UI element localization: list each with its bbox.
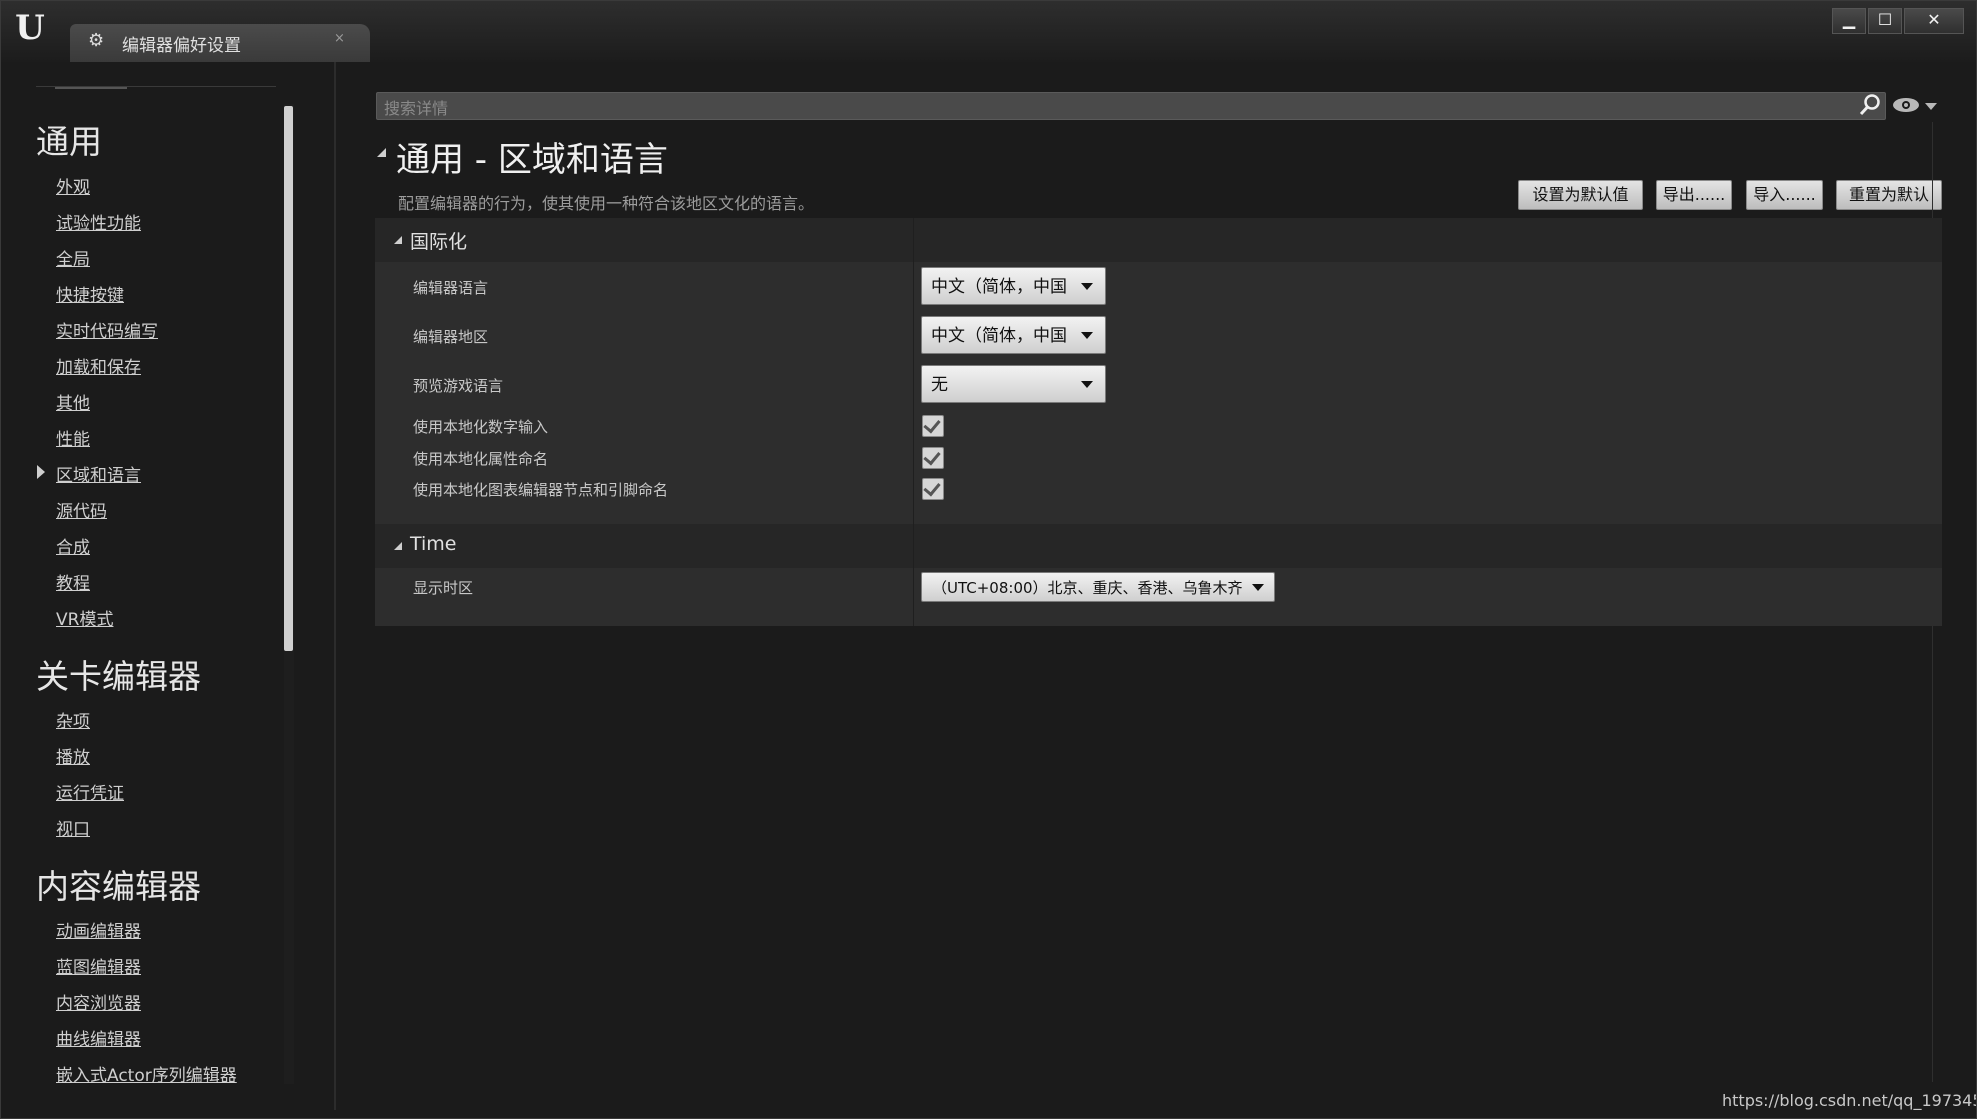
preview-game-language-value: 无 (931, 375, 948, 395)
tab-title: 编辑器偏好设置 (122, 36, 241, 56)
sidebar-splitter[interactable] (334, 62, 336, 1110)
sidebar-scrollbar-thumb[interactable] (284, 106, 293, 651)
checkmark-icon (923, 478, 941, 497)
close-window-button[interactable]: ✕ (1904, 8, 1964, 34)
label-editor-language: 编辑器语言 (413, 279, 489, 297)
sidebar-section-level-editor: 关卡编辑器 (36, 657, 201, 696)
sidebar-section-general: 通用 (36, 122, 102, 161)
sidebar-item-content-browser[interactable]: 内容浏览器 (56, 989, 141, 1014)
localized-graph-names-checkbox[interactable] (922, 478, 944, 500)
sidebar-item-viewport[interactable]: 视口 (56, 815, 90, 840)
sidebar-item-run-credentials[interactable]: 运行凭证 (56, 779, 124, 804)
sidebar-item-vr-mode[interactable]: VR模式 (56, 605, 113, 630)
visibility-eye-icon[interactable] (1892, 96, 1922, 114)
page-description: 配置编辑器的行为，使其使用一种符合该地区文化的语言。 (398, 194, 815, 213)
sidebar-section-content-editor: 内容编辑器 (36, 867, 201, 906)
label-preview-game-language: 预览游戏语言 (413, 377, 504, 395)
dropdown-caret-icon (1081, 332, 1093, 339)
preview-game-language-dropdown[interactable]: 无 (921, 365, 1106, 403)
sidebar-item-live-coding[interactable]: 实时代码编写 (56, 317, 158, 342)
group-header-time[interactable] (375, 524, 1942, 568)
sidebar-item-blueprint-editor[interactable]: 蓝图编辑器 (56, 953, 141, 978)
checkmark-icon (923, 415, 941, 434)
editor-language-dropdown[interactable]: 中文（简体，中国 (921, 267, 1106, 305)
editor-region-value: 中文（简体，中国 (931, 326, 1067, 346)
collapse-intl-icon[interactable] (394, 236, 402, 244)
group-title-internationalization: 国际化 (410, 231, 468, 253)
sidebar-item-loading-saving[interactable]: 加载和保存 (56, 353, 141, 378)
localized-numeric-input-checkbox[interactable] (922, 415, 944, 437)
display-timezone-dropdown[interactable]: （UTC+08:00）北京、重庆、香港、乌鲁木齐 (921, 572, 1275, 602)
dropdown-caret-icon (1252, 584, 1264, 591)
label-localized-graph-names: 使用本地化图表编辑器节点和引脚命名 (413, 481, 669, 499)
page-title: 通用 - 区域和语言 (396, 140, 668, 180)
sidebar-top-marker (55, 87, 127, 89)
sidebar-item-curve-editor[interactable]: 曲线编辑器 (56, 1025, 141, 1050)
minimize-button[interactable]: ▁ (1832, 8, 1866, 34)
checkmark-icon (923, 447, 941, 466)
export-button[interactable]: 导出...... (1656, 180, 1732, 210)
sidebar-item-play[interactable]: 播放 (56, 743, 90, 768)
view-options-caret-icon[interactable] (1925, 103, 1937, 110)
dropdown-caret-icon (1081, 283, 1093, 290)
sidebar-item-composition[interactable]: 合成 (56, 533, 90, 558)
collapse-category-icon[interactable] (377, 148, 386, 157)
sidebar-item-appearance[interactable]: 外观 (56, 173, 90, 198)
group-title-time: Time (410, 533, 457, 555)
label-localized-property-names: 使用本地化属性命名 (413, 450, 549, 468)
unreal-logo-icon[interactable]: U (10, 8, 50, 48)
watermark-url: https://blog.csdn.net/qq_19734597 (1722, 1091, 1977, 1110)
column-divider[interactable] (913, 524, 914, 626)
search-input[interactable] (376, 92, 1886, 120)
label-display-timezone: 显示时区 (413, 579, 474, 597)
column-divider[interactable] (913, 218, 914, 524)
sidebar-item-performance[interactable]: 性能 (56, 425, 90, 450)
search-placeholder: 搜索详情 (384, 99, 449, 118)
label-localized-numeric-input: 使用本地化数字输入 (413, 418, 549, 436)
import-button[interactable]: 导入...... (1746, 180, 1823, 210)
collapse-time-icon[interactable] (394, 542, 402, 550)
sidebar-item-animation-editor[interactable]: 动画编辑器 (56, 917, 141, 942)
label-editor-region: 编辑器地区 (413, 328, 489, 346)
settings-tab-icon: ⚙ (88, 30, 105, 51)
group-header-internationalization[interactable] (375, 218, 1942, 262)
editor-region-dropdown[interactable]: 中文（简体，中国 (921, 316, 1106, 354)
search-icon[interactable] (1858, 93, 1882, 117)
sidebar-item-keyboard-shortcuts[interactable]: 快捷按键 (56, 281, 124, 306)
sidebar-item-source-code[interactable]: 源代码 (56, 497, 107, 522)
sidebar-item-misc[interactable]: 杂项 (56, 707, 90, 732)
sidebar-item-global[interactable]: 全局 (56, 245, 90, 270)
dropdown-caret-icon (1081, 381, 1093, 388)
maximize-button[interactable]: ☐ (1868, 8, 1902, 34)
set-as-default-button[interactable]: 设置为默认值 (1518, 180, 1643, 210)
reset-to-defaults-button[interactable]: 重置为默认 (1836, 180, 1942, 210)
display-timezone-value: （UTC+08:00）北京、重庆、香港、乌鲁木齐 (932, 579, 1243, 597)
sidebar-item-region-language[interactable]: 区域和语言 (56, 461, 141, 486)
sidebar-item-tutorials[interactable]: 教程 (56, 569, 90, 594)
localized-property-names-checkbox[interactable] (922, 447, 944, 469)
sidebar-item-embedded-sequence-editor[interactable]: 嵌入式Actor序列编辑器 (56, 1061, 237, 1086)
sidebar-item-experimental[interactable]: 试验性功能 (56, 209, 141, 234)
tab-close-icon[interactable]: × (334, 31, 345, 46)
selected-arrow-icon (37, 465, 45, 479)
editor-language-value: 中文（简体，中国 (931, 277, 1067, 297)
sidebar-item-miscellaneous[interactable]: 其他 (56, 389, 90, 414)
